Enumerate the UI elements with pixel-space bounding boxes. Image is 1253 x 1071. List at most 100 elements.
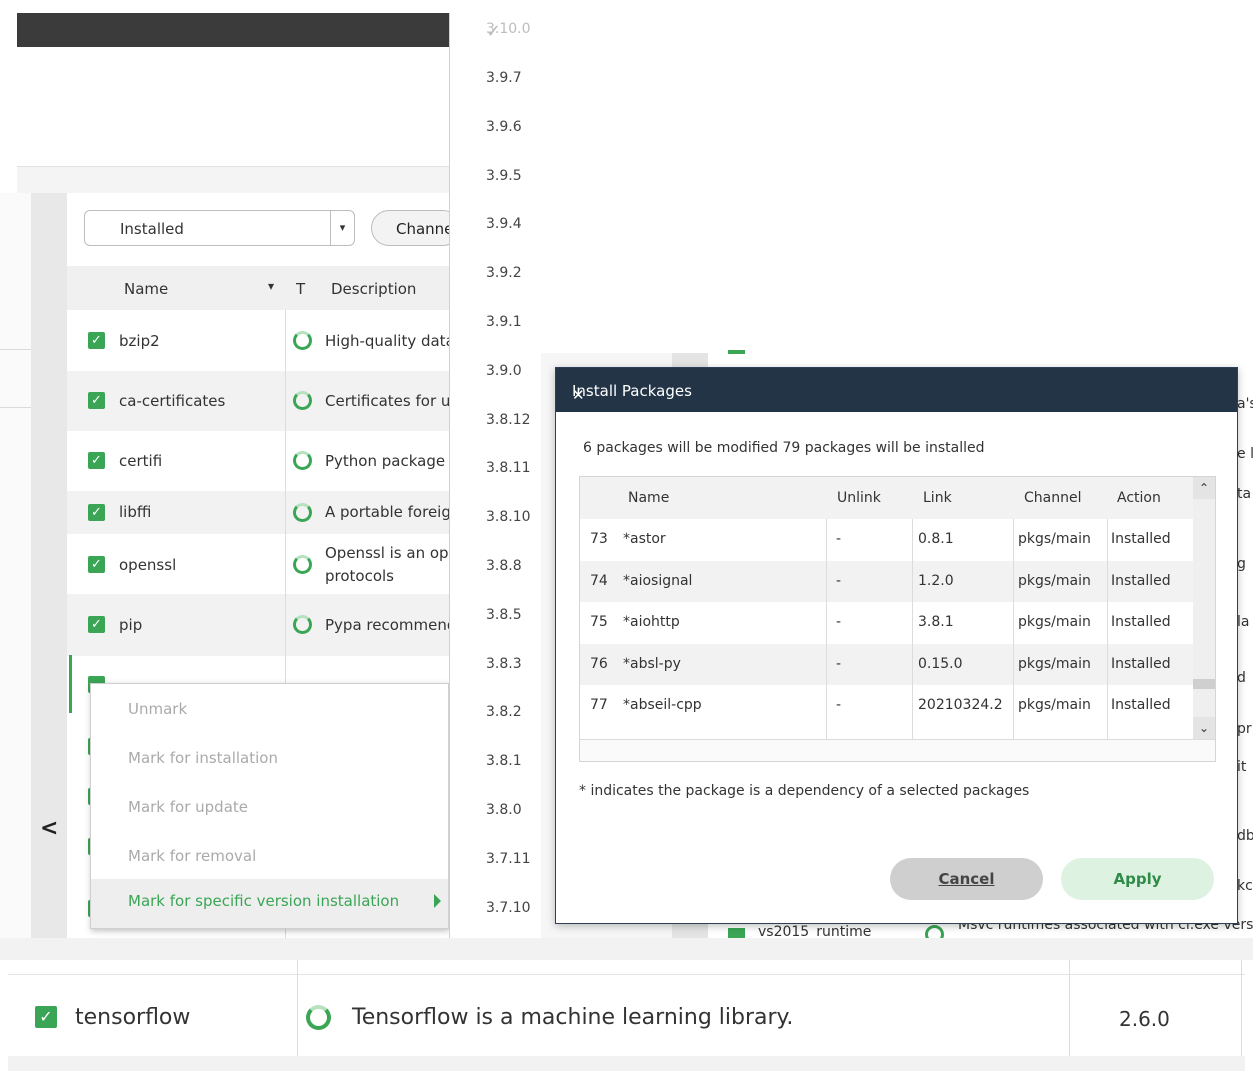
column-header-channel: Channel <box>1024 490 1082 506</box>
package-status-icon <box>293 451 312 470</box>
version-label: 3.9.2 <box>486 265 522 282</box>
selected-row-indicator <box>69 655 72 713</box>
dialog-title: Install Packages <box>572 382 692 400</box>
version-item[interactable]: 3.9.6 <box>450 119 542 139</box>
version-item[interactable]: 3.9.7 <box>450 70 542 90</box>
row-package-name: *absl-py <box>623 655 681 672</box>
version-submenu: ✓ 3.10.0 3.9.7 3.9.6 3.9.5 3.9.4 3.9.2 3.9.1 3… <box>449 13 541 938</box>
channels-button[interactable]: Channels <box>371 210 461 246</box>
column-divider <box>1107 519 1108 739</box>
row-action: Installed <box>1111 655 1171 672</box>
version-label: 3.8.1 <box>486 753 522 770</box>
menu-item-mark-install[interactable]: Mark for installation <box>128 749 278 767</box>
version-item-current[interactable]: ✓ 3.10.0 <box>450 21 542 42</box>
package-name: libffi <box>119 503 152 521</box>
row-link: 3.8.1 <box>918 614 954 631</box>
chevron-up-icon[interactable]: ⌃ <box>1193 477 1215 499</box>
version-label: 3.8.0 <box>486 802 522 818</box>
checkbox-checked-icon[interactable]: ✓ <box>88 616 105 633</box>
version-item[interactable]: 3.7.10 <box>450 900 542 920</box>
menu-item-mark-update[interactable]: Mark for update <box>128 798 248 816</box>
left-edge-divider <box>0 349 31 350</box>
apply-button[interactable]: Apply <box>1061 858 1214 900</box>
chevron-down-icon[interactable]: ▾ <box>330 211 354 245</box>
table-scrollbar-thumb[interactable] <box>1193 679 1215 689</box>
version-item[interactable]: 3.8.0 <box>450 802 542 822</box>
menu-item-unmark[interactable]: Unmark <box>128 700 187 718</box>
version-item[interactable]: 3.8.2 <box>450 704 542 724</box>
version-item[interactable]: 3.8.3 <box>450 656 542 676</box>
row-unlink: - <box>836 531 842 547</box>
package-description-line2: protocols <box>325 567 395 585</box>
checkbox-checked-icon[interactable]: ✓ <box>88 556 105 573</box>
chevron-down-icon[interactable]: ⌄ <box>1193 717 1215 739</box>
package-description: Openssl is an open-source implementation… <box>325 544 449 562</box>
column-header-link: Link <box>923 490 952 506</box>
package-status-icon <box>306 1005 331 1030</box>
row-unlink: - <box>836 614 842 631</box>
row-unlink: - <box>836 572 842 589</box>
version-label: 3.8.3 <box>486 655 522 672</box>
checkbox-checked-icon[interactable]: ✓ <box>88 452 105 469</box>
checkbox-checked-icon[interactable]: ✓ <box>88 392 105 409</box>
version-label: 3.8.12 <box>486 411 531 428</box>
row-package-name: *aiosignal <box>623 572 693 589</box>
row-index: 74 <box>590 572 608 589</box>
version-item[interactable]: 3.9.0 <box>450 363 542 383</box>
package-filter-select[interactable]: Installed ▾ <box>84 210 355 246</box>
collapse-sidebar-icon[interactable]: < <box>40 816 58 842</box>
package-row[interactable]: ✓ certifi Python package for providing M… <box>67 431 449 491</box>
row-package-name: *abseil-cpp <box>623 697 702 714</box>
menu-item-specific-version[interactable]: Mark for specific version installation <box>91 879 448 928</box>
table-row[interactable]: 73 *astor - 0.8.1 pkgs/main Installed <box>580 519 1193 560</box>
package-row[interactable]: ✓ bzip2 High-quality data compressor <box>67 310 449 371</box>
table-row[interactable]: 76 *absl-py - 0.15.0 pkgs/main Installed <box>580 643 1193 685</box>
package-row-tensorflow[interactable]: ✓ tensorflow Tensorflow is a machine lea… <box>8 960 1253 1071</box>
package-row[interactable]: ✓ ca-certificates Certificates for use w… <box>67 371 449 431</box>
checkbox-checked-icon[interactable]: ✓ <box>35 1006 57 1028</box>
background-text-fragment: ta <box>1237 486 1252 502</box>
version-item[interactable]: 3.9.1 <box>450 314 542 334</box>
checkbox-checked-icon[interactable]: ✓ <box>88 504 105 521</box>
version-item[interactable]: 3.8.5 <box>450 607 542 627</box>
version-item[interactable]: 3.9.4 <box>450 216 542 236</box>
version-item[interactable]: 3.9.5 <box>450 168 542 188</box>
package-row[interactable]: ✓ pip Pypa recommended tool for installi… <box>67 594 449 656</box>
package-row[interactable]: ✓ libffi A portable foreign function int… <box>67 491 449 534</box>
column-header-name[interactable]: Name <box>124 280 168 298</box>
table-row[interactable]: 75 *aiohttp - 3.8.1 pkgs/main Installed <box>580 602 1193 643</box>
background-text-fragment: g <box>1237 556 1246 572</box>
table-scrollbar[interactable] <box>1193 477 1215 739</box>
cancel-button[interactable]: Cancel <box>890 858 1043 900</box>
background-package-name: vs2015_runtime <box>758 924 872 938</box>
sort-chevron-icon[interactable]: ▾ <box>268 279 274 293</box>
package-row[interactable]: ✓ openssl Openssl is an open-source impl… <box>67 534 449 594</box>
version-item[interactable]: 3.8.10 <box>450 509 542 529</box>
column-header-description[interactable]: Description <box>331 280 416 298</box>
package-name: tensorflow <box>75 1005 191 1030</box>
package-name: bzip2 <box>119 332 160 350</box>
checkbox-checked-icon[interactable] <box>728 350 745 354</box>
row-channel: pkgs/main <box>1018 531 1091 547</box>
column-header-type[interactable]: T <box>296 280 305 298</box>
column-divider <box>1241 960 1242 1056</box>
row-action: Installed <box>1111 614 1171 631</box>
close-icon[interactable]: ✕ <box>572 382 585 408</box>
table-row[interactable]: 74 *aiosignal - 1.2.0 pkgs/main Installed <box>580 560 1193 602</box>
checkbox-checked-icon[interactable]: ✓ <box>88 332 105 349</box>
version-label: 3.8.8 <box>486 558 522 574</box>
version-label: 3.9.0 <box>486 362 522 379</box>
version-item[interactable]: 3.8.11 <box>450 460 542 480</box>
install-packages-dialog: Install Packages ✕ 6 packages will be mo… <box>555 367 1238 924</box>
background-text-fragment: pr <box>1237 721 1252 737</box>
install-packages-table: Name Unlink Link Channel Action 73 *astor… <box>579 476 1216 762</box>
column-divider <box>285 534 286 594</box>
checkbox-checked-icon[interactable] <box>728 928 745 938</box>
version-item[interactable]: 3.8.1 <box>450 753 542 773</box>
menu-item-mark-removal[interactable]: Mark for removal <box>128 847 256 865</box>
version-item[interactable]: 3.9.2 <box>450 265 542 285</box>
table-row[interactable]: 77 *abseil-cpp - 20210324.2 pkgs/main Install… <box>580 685 1193 726</box>
version-item[interactable]: 3.8.8 <box>450 558 542 578</box>
version-item[interactable]: 3.8.12 <box>450 412 542 432</box>
version-item[interactable]: 3.7.11 <box>450 851 542 871</box>
